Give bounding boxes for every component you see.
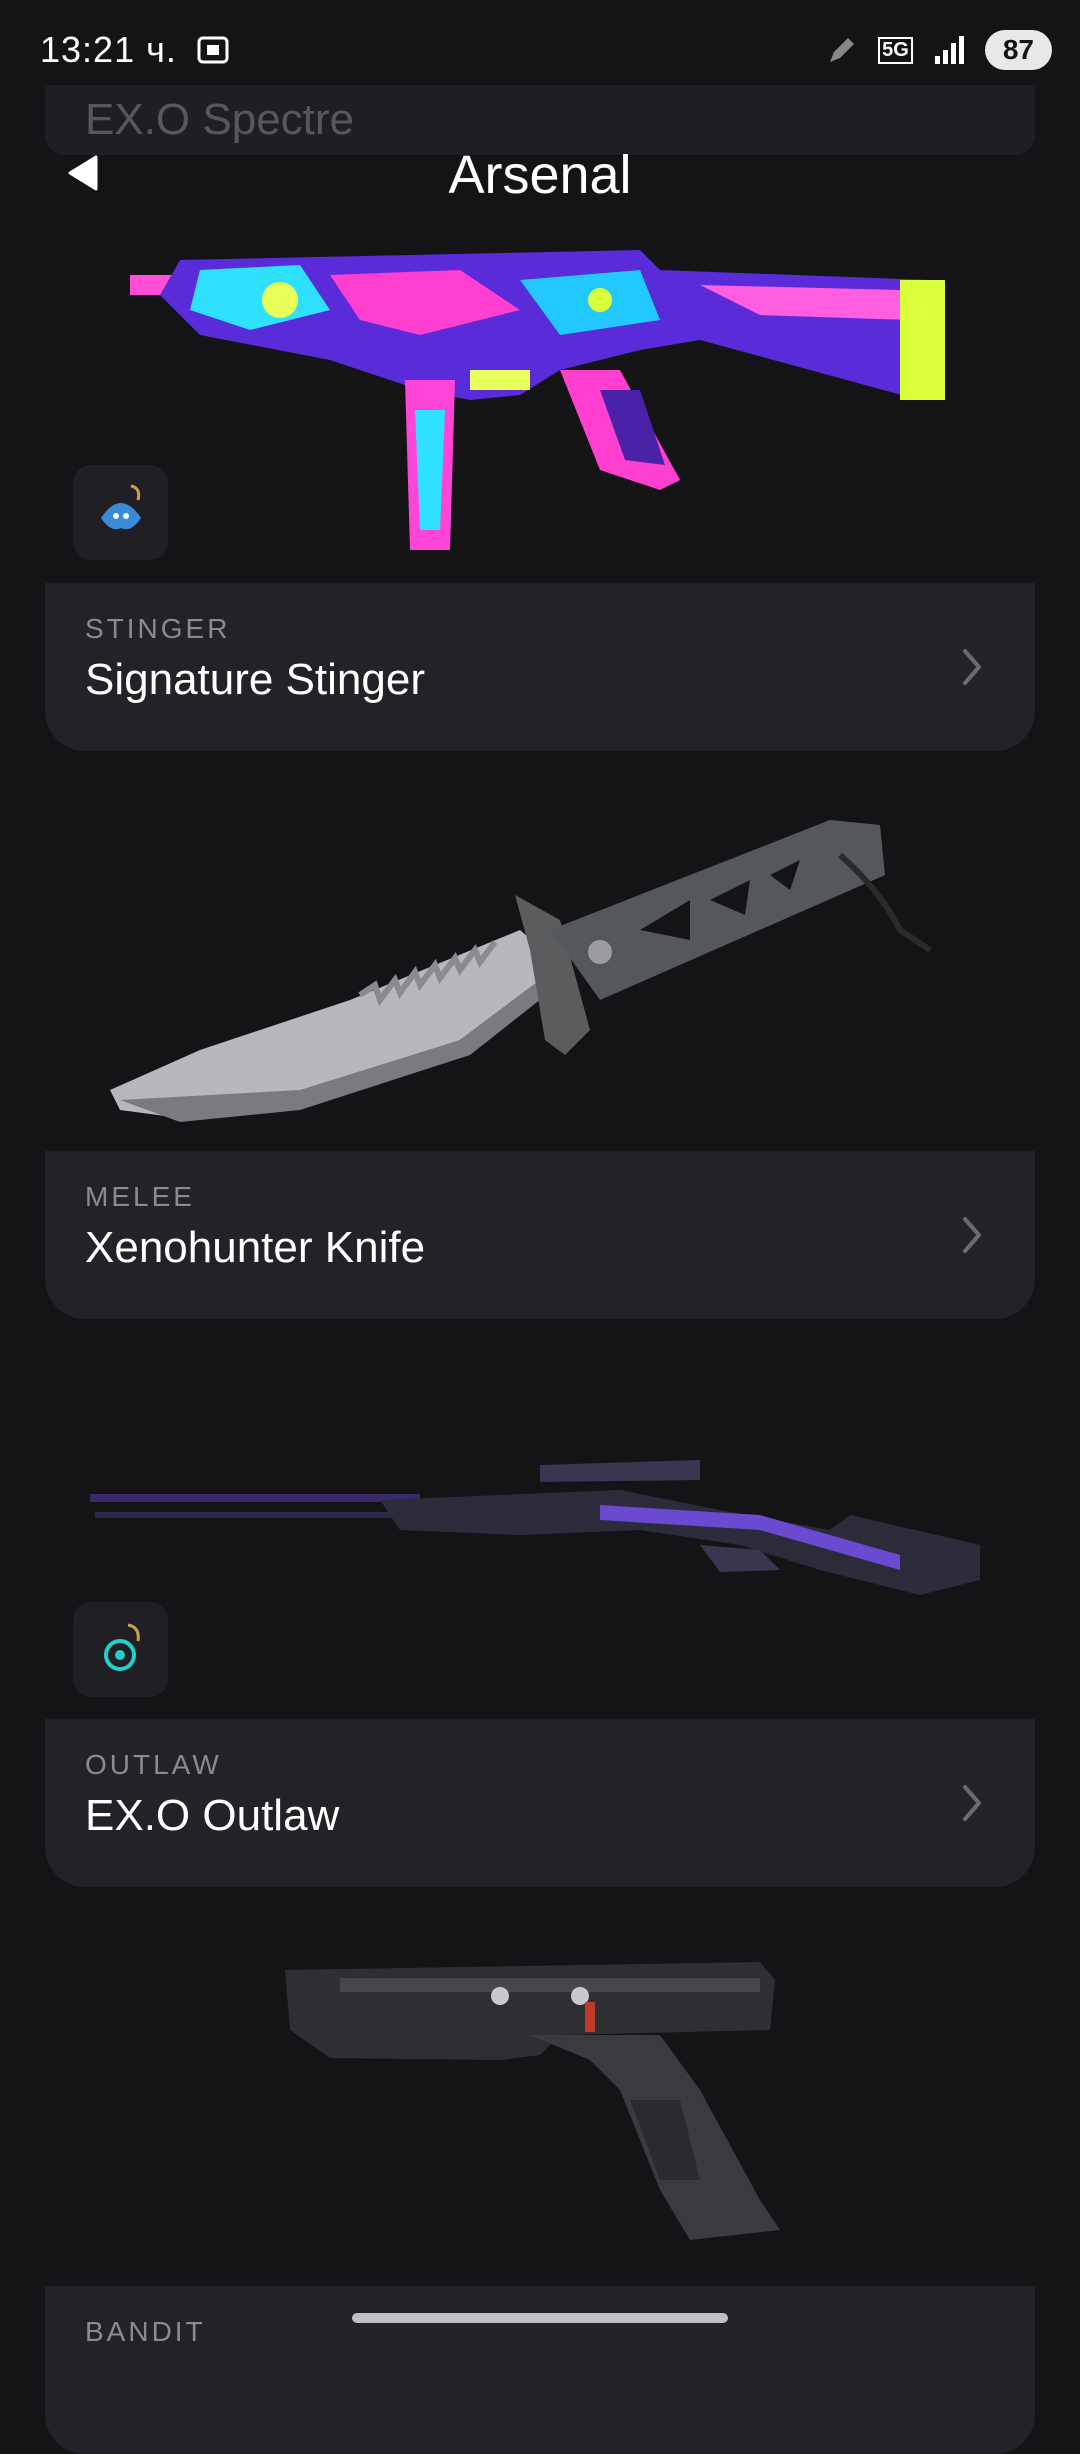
item-category: OUTLAW <box>85 1749 222 1780</box>
buddy-charm-icon <box>100 484 141 529</box>
chevron-right-icon <box>963 1217 981 1253</box>
status-time: 13:21 ч. <box>40 29 177 70</box>
chevron-right-icon <box>963 649 981 685</box>
bandit-weapon-image <box>285 1962 780 2240</box>
item-card-melee[interactable]: MELEE Xenohunter Knife <box>45 1151 1035 1319</box>
network-label: 5G <box>878 36 913 64</box>
status-bar: 13:21 ч. 5G 87 <box>0 0 1080 100</box>
chevron-right-icon <box>963 1785 981 1821</box>
buddy-charm-icon <box>103 1623 140 1671</box>
header: Arsenal <box>0 130 1080 220</box>
signal-icon <box>934 36 964 64</box>
item-card-stinger[interactable]: STINGER Signature Stinger <box>45 583 1035 751</box>
page-title: Arsenal <box>448 145 632 205</box>
outlaw-weapon-image <box>90 1460 980 1595</box>
item-category: MELEE <box>85 1181 195 1212</box>
item-name: Signature Stinger <box>85 655 425 704</box>
knife-weapon-image <box>110 820 932 1122</box>
back-button[interactable] <box>58 148 108 198</box>
battery-badge: 87 <box>984 30 1052 70</box>
gun-buddy-badge <box>73 1602 168 1697</box>
item-name: Xenohunter Knife <box>85 1223 426 1272</box>
item-card-outlaw[interactable]: OUTLAW EX.O Outlaw <box>45 1719 1035 1887</box>
back-arrow-icon <box>68 155 98 191</box>
home-indicator[interactable] <box>352 2313 728 2323</box>
gun-buddy-badge <box>73 465 168 560</box>
item-category: STINGER <box>85 613 231 644</box>
screenshot-icon <box>197 36 229 64</box>
item-card-bandit[interactable]: BANDIT <box>45 2286 1035 2454</box>
item-name: EX.O Outlaw <box>85 1791 340 1840</box>
pencil-icon <box>830 38 855 62</box>
